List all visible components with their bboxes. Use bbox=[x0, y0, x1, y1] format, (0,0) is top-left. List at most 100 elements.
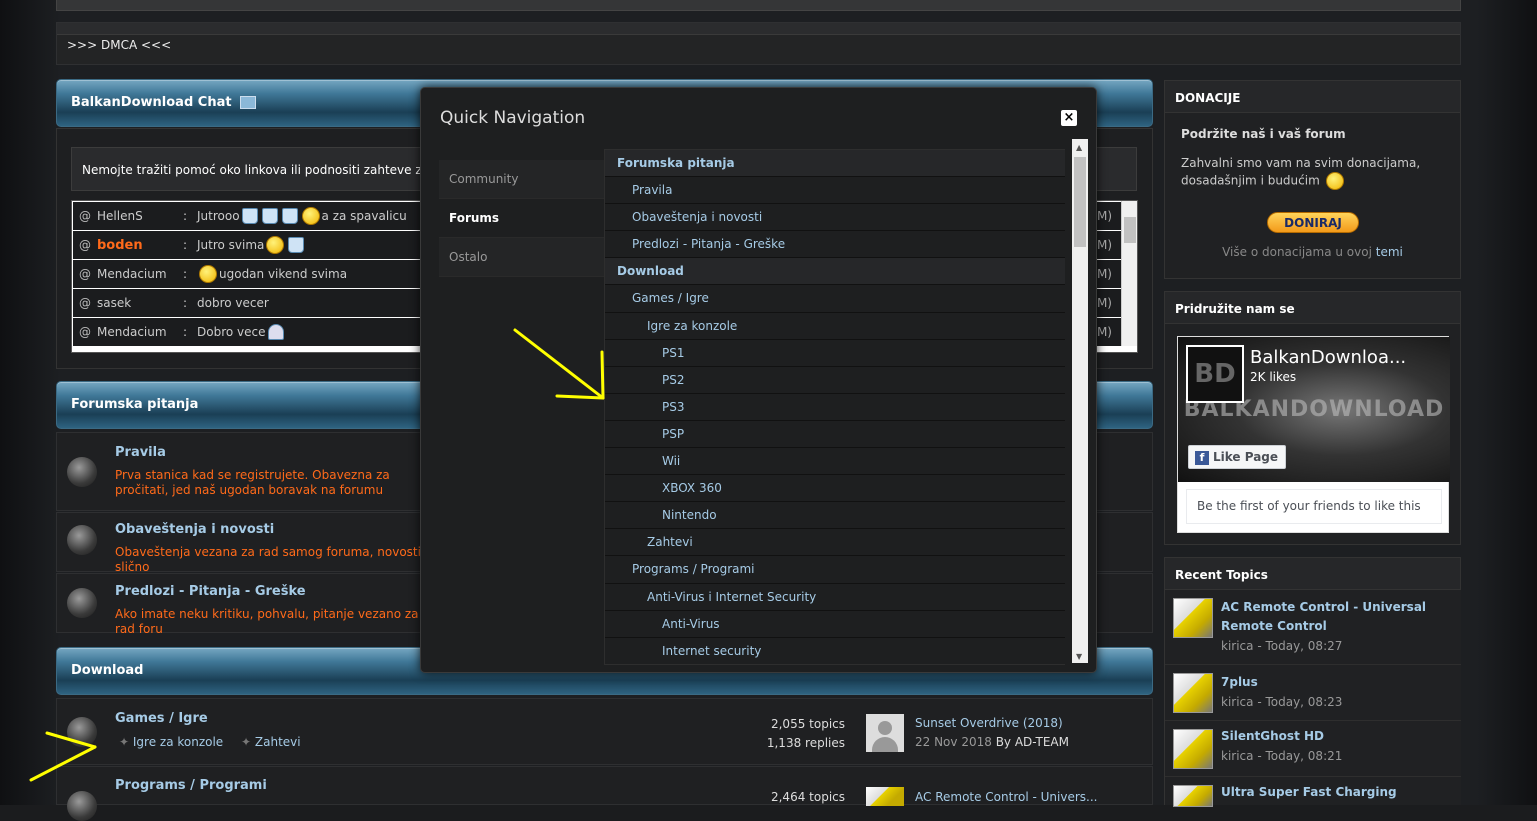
forum-status-icon bbox=[67, 457, 97, 487]
recent-topic-meta: kirica - Today, 08:21 bbox=[1221, 749, 1343, 763]
donations-more: Više o donacijama u ovoj temi bbox=[1165, 245, 1460, 259]
forum-title[interactable]: Obaveštenja i novosti bbox=[115, 522, 274, 537]
nav-item[interactable]: Internet security bbox=[605, 637, 1065, 664]
donations-more-link[interactable]: temi bbox=[1376, 245, 1403, 259]
forum-stats: 2,055 topics 1,138 replies bbox=[745, 715, 845, 753]
nav-item[interactable]: Wii bbox=[605, 448, 1065, 476]
recent-topic-meta: kirica - Today, 08:27 bbox=[1221, 639, 1343, 653]
donations-title: Podržite naš i vaš forum bbox=[1181, 127, 1346, 141]
facebook-page-name[interactable]: BalkanDownloa... bbox=[1250, 347, 1406, 368]
nav-category[interactable]: Download bbox=[605, 258, 1065, 286]
nav-item[interactable]: Anti-Virus i Internet Security bbox=[605, 583, 1065, 611]
at-icon: @ bbox=[79, 209, 91, 223]
avatar[interactable] bbox=[866, 714, 904, 752]
recent-topic-title[interactable]: SilentGhost HD bbox=[1221, 727, 1451, 746]
nav-item[interactable]: Pravila bbox=[605, 177, 1065, 205]
wink-smiley-icon bbox=[1325, 172, 1344, 190]
forum-title[interactable]: Predlozi - Pitanja - Greške bbox=[115, 584, 306, 599]
join-header: Pridružite nam se bbox=[1165, 292, 1460, 324]
recent-topic-title[interactable]: 7plus bbox=[1221, 673, 1451, 692]
tab-forums[interactable]: Forums bbox=[439, 199, 605, 238]
facebook-friends-text: Be the first of your friends to like thi… bbox=[1186, 489, 1442, 524]
forum-description: Obaveštenja vezana za rad samog foruma, … bbox=[115, 545, 432, 574]
forum-status-icon bbox=[67, 525, 97, 555]
nav-category[interactable]: Forumska pitanja bbox=[605, 150, 1065, 178]
chat-scroll-thumb[interactable] bbox=[1124, 217, 1136, 243]
chat-title: BalkanDownload Chat bbox=[71, 95, 232, 110]
recent-topic[interactable]: Ultra Super Fast Charging bbox=[1165, 777, 1461, 807]
facebook-widget[interactable]: BALKANDOWNLOAD BD BalkanDownloa... 2K li… bbox=[1177, 336, 1450, 533]
modal-scrollbar[interactable]: ▲ ▼ bbox=[1072, 139, 1088, 663]
nav-item[interactable]: Predlozi - Pitanja - Greške bbox=[605, 231, 1065, 259]
recent-topic[interactable]: AC Remote Control - Universal Remote Con… bbox=[1165, 590, 1461, 665]
topic-thumbnail bbox=[1173, 785, 1213, 807]
chat-user[interactable]: Mendacium bbox=[91, 267, 183, 281]
chat-scrollbar[interactable] bbox=[1121, 201, 1137, 346]
chat-message: Jutrooo bbox=[197, 209, 240, 223]
nav-item[interactable]: PS1 bbox=[605, 339, 1065, 367]
nav-item[interactable]: Obaveštenja i novosti bbox=[605, 204, 1065, 232]
nav-item[interactable]: PS3 bbox=[605, 393, 1065, 421]
nav-item[interactable]: Anti-Virus bbox=[605, 610, 1065, 638]
forum-description: Ako imate neku kritiku, pohvalu, pitanje… bbox=[115, 607, 419, 636]
at-icon: @ bbox=[79, 238, 91, 252]
nav-item[interactable]: Nintendo bbox=[605, 502, 1065, 530]
forum-row[interactable]: Games / Igre ✦ Igre za konzole ✦ Zahtevi… bbox=[56, 698, 1153, 765]
last-post-author[interactable]: By AD-TEAM bbox=[996, 735, 1069, 749]
nav-item[interactable]: Zahtevi bbox=[605, 529, 1065, 557]
chat-user[interactable]: sasek bbox=[91, 296, 183, 310]
topic-thumbnail bbox=[1173, 673, 1213, 713]
chat-notice-text: Nemojte tražiti pomoć oko linkova ili po… bbox=[82, 163, 441, 177]
last-post-date: 22 Nov 2018 bbox=[915, 735, 992, 749]
modal-scroll-thumb[interactable] bbox=[1074, 157, 1086, 247]
like-page-button[interactable]: f Like Page bbox=[1188, 445, 1286, 469]
sleepy-smiley-icon bbox=[301, 207, 320, 225]
tab-ostalo[interactable]: Ostalo bbox=[439, 238, 605, 277]
forum-row[interactable]: Programs / Programi 2,464 topics AC Remo… bbox=[56, 766, 1153, 821]
recent-topic-title[interactable]: Ultra Super Fast Charging bbox=[1221, 783, 1451, 802]
subforum-link[interactable]: Zahtevi bbox=[255, 735, 301, 749]
subforum-link[interactable]: Igre za konzole bbox=[133, 735, 223, 749]
recent-topic[interactable]: SilentGhost HD kirica - Today, 08:21 bbox=[1165, 721, 1461, 777]
at-icon: @ bbox=[79, 325, 91, 339]
facebook-likes: 2K likes bbox=[1250, 370, 1297, 384]
close-icon[interactable]: × bbox=[1061, 110, 1077, 126]
nav-item[interactable]: Games / Igre bbox=[605, 285, 1065, 313]
coffee-icon bbox=[241, 208, 258, 224]
smiley-icon bbox=[199, 265, 217, 283]
topic-thumbnail bbox=[1173, 729, 1213, 769]
at-icon: @ bbox=[79, 296, 91, 310]
tab-community[interactable]: Community bbox=[439, 160, 605, 199]
scroll-up-icon[interactable]: ▲ bbox=[1076, 143, 1082, 152]
topic-thumbnail[interactable] bbox=[866, 787, 904, 806]
recent-topic-title[interactable]: AC Remote Control - Universal Remote Con… bbox=[1221, 598, 1451, 636]
modal-title: Quick Navigation bbox=[440, 108, 586, 128]
dmca-bar[interactable]: >>> DMCA <<< bbox=[56, 22, 1461, 65]
nav-item[interactable]: PSP bbox=[605, 420, 1065, 449]
chat-user[interactable]: boden bbox=[91, 238, 183, 253]
nav-item[interactable]: Programs / Programi bbox=[605, 556, 1065, 584]
donate-button[interactable]: DONIRAJ bbox=[1267, 212, 1359, 233]
recent-topic[interactable]: 7plus kirica - Today, 08:23 bbox=[1165, 665, 1461, 721]
quick-navigation-modal: Quick Navigation × Community Forums Osta… bbox=[420, 87, 1097, 673]
topic-count: 2,055 topics bbox=[770, 717, 845, 731]
download-header-title: Download bbox=[71, 663, 144, 678]
forum-title[interactable]: Games / Igre bbox=[115, 711, 208, 726]
chat-user[interactable]: Mendacium bbox=[91, 325, 183, 339]
nav-item[interactable]: Igre za konzole bbox=[605, 312, 1065, 340]
chat-user[interactable]: HellenS bbox=[91, 209, 183, 223]
page-avatar[interactable]: BD bbox=[1186, 345, 1244, 403]
forum-status-icon bbox=[67, 717, 97, 747]
chat-message: dobro vecer bbox=[197, 296, 269, 310]
forum-title[interactable]: Pravila bbox=[115, 445, 166, 460]
quick-nav-list: Forumska pitanja Pravila Obaveštenja i nov… bbox=[604, 149, 1065, 665]
dmca-link[interactable]: >>> DMCA <<< bbox=[67, 38, 171, 52]
nav-item[interactable]: PS2 bbox=[605, 366, 1065, 394]
forum-title[interactable]: Programs / Programi bbox=[115, 778, 267, 793]
last-post-title[interactable]: Sunset Overdrive (2018) bbox=[915, 714, 1069, 733]
last-post-title[interactable]: AC Remote Control - Univers... bbox=[915, 790, 1097, 804]
scroll-down-icon[interactable]: ▼ bbox=[1076, 652, 1082, 661]
top-bar bbox=[56, 0, 1461, 11]
nav-item[interactable]: XBOX 360 bbox=[605, 475, 1065, 503]
chat-message-tail: a za spavalicu bbox=[321, 209, 407, 223]
